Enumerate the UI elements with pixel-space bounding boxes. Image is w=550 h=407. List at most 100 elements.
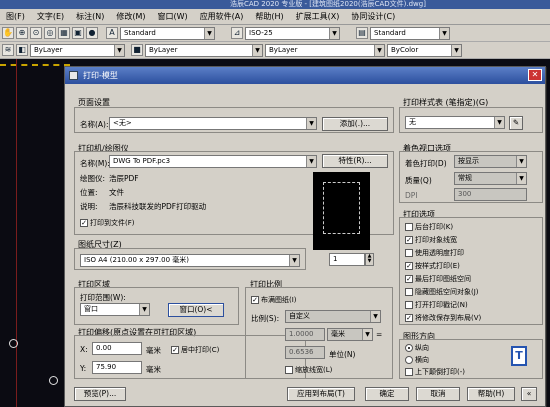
scale-unit-label: 单位(N)	[329, 350, 356, 359]
portrait-radio[interactable]: 纵向	[405, 343, 429, 353]
radio-dot[interactable]	[405, 344, 413, 352]
lineweight-select[interactable]: ByLayer ▼	[265, 43, 385, 57]
dim-style-icon[interactable]: ⊿	[231, 27, 243, 39]
dpi-label: DPI	[405, 191, 418, 200]
dim-style-select[interactable]: ISO-25 ▼	[245, 26, 340, 40]
description-value: 浩辰科技联发的PDF打印驱动	[109, 202, 207, 211]
plot-stamp-checkbox[interactable]: 打开打印戳记(N)	[405, 300, 468, 310]
quality-select[interactable]: 常规 ▼	[454, 172, 527, 185]
layer-select[interactable]: ByLayer ▼	[30, 43, 125, 57]
plot-range-select[interactable]: 窗口 ▼	[80, 303, 150, 316]
radio-dot[interactable]	[405, 356, 413, 364]
fit-to-paper-checkbox[interactable]: ✓ 布满图纸(I)	[251, 295, 297, 305]
dpi-input[interactable]: 300	[454, 188, 527, 201]
background-plot-checkbox[interactable]: 后台打印(K)	[405, 222, 453, 232]
linetype-select[interactable]: ByLayer ▼	[145, 43, 263, 57]
checkbox-box[interactable]	[405, 288, 413, 296]
color-select[interactable]: ByColor ▼	[387, 43, 462, 57]
color-swatch-icon[interactable]: ■	[131, 44, 143, 56]
scale-lineweights-checkbox[interactable]: 缩放线宽(L)	[285, 365, 332, 375]
checkbox-box[interactable]	[405, 368, 413, 376]
ok-button[interactable]: 确定	[365, 387, 409, 401]
offset-y-input[interactable]: 75.90	[92, 361, 142, 374]
plot-window-button[interactable]: 窗口(O)<	[168, 303, 224, 317]
landscape-radio[interactable]: 横向	[405, 355, 429, 365]
hide-paperspace-objects-checkbox[interactable]: 隐藏图纸空间对象(J)	[405, 287, 479, 297]
save-changes-to-layout-checkbox[interactable]: ✓ 将修改保存到布局(V)	[405, 313, 481, 323]
zoom-icon[interactable]: ⊕	[16, 27, 28, 39]
grip-point[interactable]	[49, 376, 58, 385]
scale-drawing-input[interactable]: 0.6536	[285, 346, 325, 359]
paper-size-select[interactable]: ISO A4 (210.00 x 297.00 毫米) ▼	[80, 254, 300, 267]
menu-item[interactable]: 窗口(W)	[152, 11, 194, 22]
menu-item[interactable]: 标注(N)	[70, 11, 110, 22]
preview-button[interactable]: 预览(P)...	[74, 387, 126, 401]
menu-item[interactable]: 扩展工具(X)	[290, 11, 346, 22]
layer-state-icon[interactable]: ●	[86, 27, 98, 39]
checkbox-box[interactable]: ✓	[405, 262, 413, 270]
upside-down-checkbox[interactable]: 上下颠倒打印(-)	[405, 367, 465, 377]
shade-plot-select[interactable]: 按显示 ▼	[454, 155, 527, 168]
app-icon	[69, 71, 78, 80]
menu-item[interactable]: 文字(E)	[31, 11, 70, 22]
checkbox-box[interactable]: ✓	[251, 296, 259, 304]
scale-paper-input[interactable]: 1.0000	[285, 328, 325, 341]
scale-equals: =	[376, 330, 383, 339]
plot-lineweights-checkbox[interactable]: ✓ 打印对象线宽	[405, 235, 457, 245]
zoom-window-icon[interactable]: ⊙	[30, 27, 42, 39]
plotter-value: 浩辰PDF	[109, 174, 139, 183]
apply-to-layout-button[interactable]: 应用到布局(T)	[287, 387, 355, 401]
layer-previous-icon[interactable]: ◧	[16, 44, 28, 56]
grip-point[interactable]	[9, 339, 18, 348]
checkbox-box[interactable]	[285, 366, 293, 374]
checkbox-box[interactable]	[405, 301, 413, 309]
preview-sheet	[323, 182, 360, 234]
collapse-button[interactable]: «	[521, 387, 537, 401]
checkbox-box[interactable]: ✓	[405, 314, 413, 322]
printer-select[interactable]: DWG To PDF.pc3 ▼	[109, 155, 317, 168]
menu-item[interactable]: 图(F)	[0, 11, 31, 22]
menu-item[interactable]: 修改(M)	[110, 11, 151, 22]
zoom-previous-icon[interactable]: ◎	[44, 27, 56, 39]
scale-label: 比例(S):	[251, 314, 280, 323]
checkbox-box[interactable]	[405, 223, 413, 231]
plot-style-select[interactable]: 无 ▼	[405, 116, 505, 129]
add-page-setup-button[interactable]: 添加(.)...	[322, 117, 388, 131]
grid-icon[interactable]: ▦	[58, 27, 70, 39]
layer-manager-icon[interactable]: ≋	[2, 44, 14, 56]
edit-plot-style-button[interactable]: ✎	[509, 116, 523, 130]
checkbox-box[interactable]: ✓	[405, 275, 413, 283]
printer-name-label: 名称(M):	[80, 159, 110, 168]
print-to-file-checkbox[interactable]: ✓ 打印到文件(F)	[80, 218, 135, 228]
table-style-select[interactable]: Standard ▼	[370, 26, 450, 40]
copies-spinner[interactable]: ▲ ▼	[365, 253, 374, 266]
plot-with-styles-checkbox[interactable]: ✓ 按样式打印(E)	[405, 261, 460, 271]
help-button[interactable]: 帮助(H)	[467, 387, 515, 401]
text-style-icon[interactable]: A	[106, 27, 118, 39]
pan-icon[interactable]: ✋	[2, 27, 14, 39]
page-setup-select[interactable]: <无> ▼	[109, 117, 317, 130]
center-plot-checkbox[interactable]: ✓ 居中打印(C)	[171, 345, 219, 355]
cancel-button[interactable]: 取消	[416, 387, 460, 401]
scale-unit-select[interactable]: 毫米 ▼	[327, 328, 373, 341]
checkbox-box[interactable]	[405, 249, 413, 257]
copies-input[interactable]: 1	[329, 253, 365, 266]
checkbox-box[interactable]: ✓	[80, 219, 88, 227]
dialog-title-bar[interactable]: 打印-模型 ✕	[65, 67, 545, 84]
properties-icon[interactable]: ▣	[72, 27, 84, 39]
checkbox-box[interactable]: ✓	[171, 346, 179, 354]
offset-x-input[interactable]: 0.00	[92, 342, 142, 355]
menu-item[interactable]: 帮助(H)	[249, 11, 289, 22]
plot-transparency-checkbox[interactable]: 使用透明度打印	[405, 248, 464, 258]
table-style-icon[interactable]: ▤	[356, 27, 368, 39]
standard-toolbar: ✋ ⊕ ⊙ ◎ ▦ ▣ ● A Standard ▼ ⊿ ISO-25 ▼ ▤ St…	[0, 25, 550, 42]
menu-item[interactable]: 协同设计(C)	[345, 11, 401, 22]
offset-y-unit: 毫米	[146, 365, 161, 374]
plot-paperspace-last-checkbox[interactable]: ✓ 最后打印图纸空间	[405, 274, 471, 284]
close-icon[interactable]: ✕	[528, 69, 542, 81]
text-style-select[interactable]: Standard ▼	[120, 26, 215, 40]
checkbox-box[interactable]: ✓	[405, 236, 413, 244]
scale-select[interactable]: 自定义 ▼	[285, 310, 381, 323]
printer-properties-button[interactable]: 特性(R)...	[322, 154, 388, 168]
menu-item[interactable]: 应用软件(A)	[194, 11, 250, 22]
